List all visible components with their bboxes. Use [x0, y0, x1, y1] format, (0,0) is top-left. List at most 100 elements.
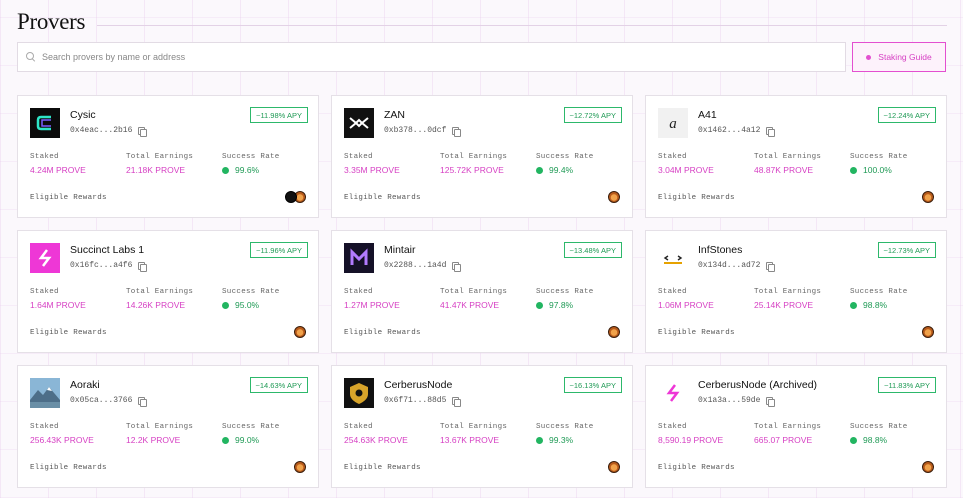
- prover-name: Aoraki: [70, 379, 100, 391]
- staked-label: Staked: [30, 153, 59, 161]
- staked-label: Staked: [658, 153, 687, 161]
- copy-icon[interactable]: [452, 126, 462, 137]
- prover-address: 0x16fc...a4f6: [70, 261, 148, 272]
- total-earnings-value: 14.26K PROVE: [126, 300, 186, 310]
- copy-icon[interactable]: [452, 396, 462, 407]
- status-dot-icon: [850, 436, 857, 444]
- success-rate-label: Success Rate: [850, 288, 908, 296]
- status-dot-icon: [222, 436, 229, 444]
- staked-value: 1.27M PROVE: [344, 300, 400, 310]
- reward-icons: [294, 461, 306, 473]
- eligible-rewards-label: Eligible Rewards: [658, 329, 735, 337]
- prover-name: CerberusNode (Archived): [698, 379, 818, 391]
- prover-name: ZAN: [384, 109, 405, 121]
- prove-token-icon: [294, 461, 306, 473]
- prove-token-icon: [922, 326, 934, 338]
- page-header: Provers: [17, 6, 947, 38]
- success-rate-label: Success Rate: [536, 288, 594, 296]
- apy-badge: ~16.13% APY: [563, 377, 622, 393]
- address-text: 0x05ca...3766: [70, 396, 133, 405]
- prove-token-icon: [608, 461, 620, 473]
- success-rate-value: 99.0%: [222, 435, 259, 445]
- search-bar[interactable]: [17, 42, 846, 72]
- prover-address: 0x1a3a...59de: [698, 396, 776, 407]
- staked-value: 256.43K PROVE: [30, 435, 94, 445]
- eligible-rewards-label: Eligible Rewards: [658, 194, 735, 202]
- prover-address: 0x1462...4a12: [698, 126, 776, 137]
- page-title: Provers: [17, 9, 86, 34]
- apy-badge: ~14.63% APY: [249, 377, 308, 393]
- success-rate-value: 95.0%: [222, 300, 259, 310]
- apy-badge: ~11.83% APY: [878, 377, 936, 393]
- cysic-logo: [30, 108, 60, 138]
- total-earnings-label: Total Earnings: [754, 423, 822, 431]
- total-earnings-value: 125.72K PROVE: [440, 165, 504, 175]
- address-text: 0x1462...4a12: [698, 126, 761, 135]
- eligible-rewards-label: Eligible Rewards: [344, 194, 421, 202]
- search-input[interactable]: [42, 43, 845, 71]
- prover-card-8[interactable]: CerberusNode (Archived) 0x1a3a...59de ~1…: [645, 365, 947, 488]
- status-dot-icon: [222, 301, 229, 309]
- staked-label: Staked: [344, 288, 373, 296]
- address-text: 0x134d...ad72: [698, 261, 761, 270]
- success-rate-label: Success Rate: [222, 153, 280, 161]
- eligible-rewards-label: Eligible Rewards: [30, 329, 107, 337]
- search-icon: [26, 52, 36, 62]
- copy-icon[interactable]: [452, 261, 462, 272]
- total-earnings-label: Total Earnings: [126, 423, 194, 431]
- eligible-rewards-label: Eligible Rewards: [30, 194, 107, 202]
- apy-badge: ~12.73% APY: [877, 242, 936, 258]
- copy-icon[interactable]: [138, 396, 148, 407]
- dark-token-icon: [285, 191, 297, 203]
- success-rate-label: Success Rate: [222, 423, 280, 431]
- total-earnings-label: Total Earnings: [126, 153, 194, 161]
- total-earnings-label: Total Earnings: [440, 423, 508, 431]
- copy-icon[interactable]: [138, 261, 148, 272]
- success-rate-value: 98.8%: [850, 435, 887, 445]
- copy-icon[interactable]: [138, 126, 148, 137]
- prover-name: A41: [698, 109, 717, 121]
- status-dot-icon: [222, 166, 229, 174]
- status-dot-icon: [536, 301, 543, 309]
- prover-card-2[interactable]: a A41 0x1462...4a12 ~12.24% APY Staked T…: [645, 95, 947, 218]
- header-divider: [97, 24, 947, 26]
- total-earnings-label: Total Earnings: [754, 153, 822, 161]
- eligible-rewards-label: Eligible Rewards: [30, 464, 107, 472]
- prover-card-0[interactable]: Cysic 0x4eac...2b16 ~11.98% APY Staked T…: [17, 95, 319, 218]
- copy-icon[interactable]: [766, 261, 776, 272]
- staked-value: 1.06M PROVE: [658, 300, 714, 310]
- staked-value: 4.24M PROVE: [30, 165, 86, 175]
- eligible-rewards-label: Eligible Rewards: [658, 464, 735, 472]
- status-dot-icon: [850, 301, 857, 309]
- success-rate-value: 99.6%: [222, 165, 259, 175]
- reward-icons: [922, 326, 934, 338]
- address-text: 0xb378...0dcf: [384, 126, 447, 135]
- staking-guide-button[interactable]: Staking Guide: [852, 42, 946, 72]
- total-earnings-value: 665.07 PROVE: [754, 435, 813, 445]
- total-earnings-label: Total Earnings: [440, 288, 508, 296]
- total-earnings-label: Total Earnings: [126, 288, 194, 296]
- prover-card-3[interactable]: Succinct Labs 1 0x16fc...a4f6 ~11.96% AP…: [17, 230, 319, 353]
- success-rate-text: 97.8%: [549, 300, 574, 310]
- prover-address: 0x134d...ad72: [698, 261, 776, 272]
- prover-card-7[interactable]: CerberusNode 0x6f71...88d5 ~16.13% APY S…: [331, 365, 633, 488]
- staked-value: 254.63K PROVE: [344, 435, 408, 445]
- success-rate-text: 99.0%: [235, 435, 260, 445]
- copy-icon[interactable]: [766, 126, 776, 137]
- success-rate-value: 100.0%: [850, 165, 892, 175]
- reward-icons: [608, 326, 620, 338]
- address-text: 0x6f71...88d5: [384, 396, 447, 405]
- svg-text:a: a: [669, 116, 677, 132]
- success-rate-value: 99.3%: [536, 435, 573, 445]
- total-earnings-value: 25.14K PROVE: [754, 300, 814, 310]
- success-rate-text: 98.8%: [863, 435, 888, 445]
- copy-icon[interactable]: [766, 396, 776, 407]
- prover-card-5[interactable]: InfStones 0x134d...ad72 ~12.73% APY Stak…: [645, 230, 947, 353]
- prover-card-4[interactable]: Mintair 0x2288...1a4d ~13.48% APY Staked…: [331, 230, 633, 353]
- prover-address: 0x6f71...88d5: [384, 396, 462, 407]
- prover-card-6[interactable]: Aoraki 0x05ca...3766 ~14.63% APY Staked …: [17, 365, 319, 488]
- staked-value: 3.35M PROVE: [344, 165, 400, 175]
- prover-card-1[interactable]: ZAN 0xb378...0dcf ~12.72% APY Staked Tot…: [331, 95, 633, 218]
- infstones-logo: [658, 243, 688, 273]
- staked-value: 1.64M PROVE: [30, 300, 86, 310]
